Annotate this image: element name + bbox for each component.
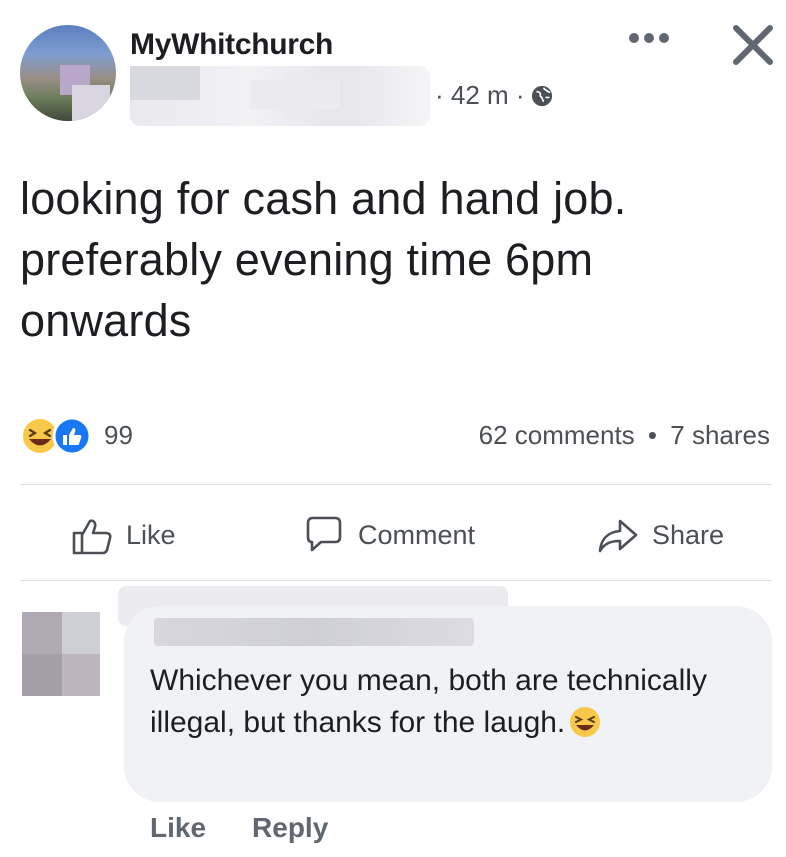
shares-count[interactable]: 7 shares (670, 420, 770, 450)
post-meta: · 42 m · (435, 80, 553, 111)
page-name[interactable]: MyWhitchurch (130, 28, 333, 62)
divider (20, 580, 772, 581)
page-avatar[interactable] (20, 25, 116, 121)
comment-reply-button[interactable]: Reply (252, 812, 328, 844)
reaction-count[interactable]: 99 (104, 420, 133, 451)
commenter-avatar[interactable] (22, 612, 100, 696)
like-reaction-icon (52, 416, 92, 456)
share-button[interactable]: Share (596, 510, 724, 560)
share-icon (598, 519, 638, 553)
commenter-name-blurred[interactable] (154, 618, 474, 646)
post-time[interactable]: · 42 m · (435, 80, 525, 111)
engagement-counts: 62 comments • 7 shares (479, 420, 770, 451)
post-text: looking for cash and hand job. preferabl… (20, 173, 627, 346)
comment-actions: Like Reply (150, 812, 328, 844)
blurred-author (130, 66, 430, 126)
like-label: Like (126, 519, 176, 550)
reaction-icons[interactable] (20, 416, 100, 456)
divider (20, 484, 772, 485)
comment-text: Whichever you mean, both are technically… (150, 664, 707, 739)
comment-label: Comment (358, 519, 476, 550)
comments-count[interactable]: 62 comments (479, 420, 635, 450)
laughing-emoji-icon (570, 707, 601, 737)
comment-button[interactable]: Comment (302, 510, 475, 560)
comment-like-button[interactable]: Like (150, 812, 206, 844)
comment-body: Whichever you mean, both are technically… (150, 660, 750, 744)
like-button[interactable]: Like (70, 510, 176, 560)
comment-icon (306, 516, 342, 552)
globe-icon (531, 85, 552, 106)
more-icon[interactable] (628, 32, 670, 44)
close-icon[interactable] (730, 22, 776, 68)
separator-dot: • (647, 420, 658, 450)
thumbs-up-icon (72, 519, 112, 555)
share-label: Share (652, 519, 725, 550)
